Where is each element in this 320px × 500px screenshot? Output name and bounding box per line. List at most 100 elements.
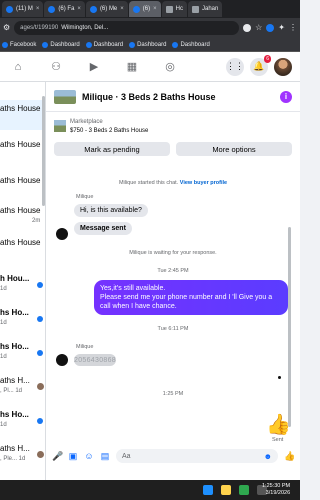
close-icon[interactable]: ×: [36, 6, 40, 12]
chat-list-sidebar: aths House aths House aths House aths Ho…: [0, 82, 46, 500]
friends-icon[interactable]: ⚇: [46, 57, 66, 77]
conversation-header: Milique · 3 Beds 2 Baths House i: [46, 82, 300, 112]
chat-list-item[interactable]: aths House: [0, 136, 45, 166]
close-icon[interactable]: ×: [153, 6, 157, 12]
site-info-icon[interactable]: ⚙: [3, 24, 10, 32]
conversation-scrollbar[interactable]: [288, 227, 291, 427]
bookmark-dashboard[interactable]: Dashboard: [172, 41, 210, 48]
bookmark-dashboard[interactable]: Dashboard: [85, 41, 123, 48]
buyer-avatar[interactable]: [56, 354, 68, 366]
windows-taskbar: 1:25:30 PM 3/19/2026: [0, 480, 300, 500]
home-icon[interactable]: ⌂: [8, 57, 28, 77]
page-favicon-icon: [165, 5, 173, 13]
outgoing-message: Yes,it's still available. Please send me…: [94, 280, 288, 315]
messenger-favicon-icon: [6, 5, 13, 13]
browser-tab[interactable]: Jahan: [188, 1, 223, 17]
sender-name: Milique: [76, 194, 94, 200]
notification-badge: 6: [264, 54, 271, 63]
extension-icon[interactable]: [243, 24, 252, 32]
menu-grid-icon[interactable]: ⋮⋮: [226, 57, 244, 76]
browser-tab[interactable]: (6) Me ×: [85, 1, 128, 17]
start-icon[interactable]: [203, 485, 213, 495]
unread-dot-icon: [37, 350, 43, 356]
browser-tab-active[interactable]: (6) ×: [128, 1, 161, 17]
star-icon[interactable]: ☆: [255, 24, 262, 32]
video-icon[interactable]: ▶: [84, 57, 104, 77]
waiting-notice: Milique is waiting for your response.: [129, 250, 217, 256]
thumbs-up-icon: 👍: [266, 414, 291, 436]
sender-name: Milique: [76, 344, 94, 350]
listing-price-title[interactable]: $750 - 3 Beds 2 Baths House: [70, 128, 148, 134]
system-clock[interactable]: 1:25:30 PM 3/19/2026: [262, 483, 290, 497]
notifications-bell-icon[interactable]: 🔔 6: [250, 54, 271, 76]
facebook-icon: [172, 41, 179, 48]
facebook-favicon-icon: [48, 5, 56, 13]
read-receipt-icon: [278, 376, 281, 379]
buyer-avatar[interactable]: [56, 228, 68, 240]
incoming-message: Hi, is this available?: [74, 204, 148, 217]
browser-tab[interactable]: Hc: [161, 1, 187, 17]
chat-list-item[interactable]: h Hou... 1d: [0, 270, 45, 300]
incoming-message: Message sent: [74, 222, 132, 235]
file-explorer-icon[interactable]: [221, 485, 231, 495]
chat-list-item[interactable]: hs Ho... 1d: [0, 406, 45, 436]
message-input[interactable]: Aa ☻: [116, 449, 278, 463]
bookmark-dashboard[interactable]: Dashboard: [42, 41, 80, 48]
unread-dot-icon: [37, 316, 43, 322]
chat-list-scrollbar[interactable]: [42, 96, 45, 206]
emoji-icon[interactable]: ☻: [264, 452, 272, 461]
facebook-favicon-icon: [89, 5, 97, 13]
close-icon[interactable]: ×: [120, 6, 124, 12]
url-field[interactable]: ages/t/199190 Wilmington, Del...: [14, 21, 240, 35]
conversation-title[interactable]: Milique · 3 Beds 2 Baths House: [82, 92, 216, 102]
chat-list-item[interactable]: aths House: [0, 172, 45, 202]
facebook-icon: [2, 41, 8, 48]
more-options-button[interactable]: More options: [176, 142, 292, 156]
gif-icon[interactable]: ▤: [100, 451, 110, 462]
chrome-icon[interactable]: [239, 485, 249, 495]
seen-avatar: [37, 383, 44, 390]
chat-list-item[interactable]: aths H... , Pl... 1d: [0, 372, 45, 402]
facebook-icon: [129, 41, 136, 48]
facebook-icon: [42, 41, 49, 48]
listing-thumbnail[interactable]: [54, 89, 76, 104]
chat-list-item[interactable]: aths House: [0, 234, 45, 264]
page-favicon-icon: [192, 5, 199, 13]
chat-list-item[interactable]: hs Ho... 1d: [0, 304, 45, 334]
chat-list-item[interactable]: aths House: [0, 100, 45, 130]
chat-list-item[interactable]: aths H... , Ple... 1d: [0, 440, 45, 470]
unread-dot-icon: [37, 282, 43, 288]
browser-tab[interactable]: (6) Fa ×: [44, 1, 85, 17]
timestamp: Tue 2:45 PM: [157, 268, 189, 274]
mark-as-pending-button[interactable]: Mark as pending: [54, 142, 170, 156]
sticker-icon[interactable]: ☺: [84, 451, 94, 461]
puzzle-icon[interactable]: ✦: [278, 24, 285, 32]
menu-dots-icon[interactable]: ⋮: [289, 24, 297, 32]
chat-list-item[interactable]: aths House 2m: [0, 202, 45, 232]
sent-status: Sent: [272, 437, 284, 443]
seen-avatar: [37, 451, 44, 458]
unread-dot-icon: [37, 418, 43, 424]
listing-thumbnail[interactable]: [54, 120, 66, 132]
close-icon[interactable]: ×: [77, 6, 81, 12]
groups-icon[interactable]: ◎: [160, 57, 180, 77]
chat-started-notice: Milique started this chat. View buyer pr…: [118, 180, 228, 186]
info-icon[interactable]: i: [280, 90, 292, 103]
browser-tab[interactable]: (11) M ×: [2, 1, 44, 17]
bookmark-facebook[interactable]: Facebook: [2, 41, 36, 48]
view-buyer-profile-link[interactable]: View buyer profile: [180, 180, 227, 186]
marketplace-label: Marketplace: [70, 119, 103, 125]
chat-list-item[interactable]: hs Ho... 1d: [0, 338, 45, 368]
bookmark-dashboard[interactable]: Dashboard: [129, 41, 166, 48]
image-icon[interactable]: ▣: [68, 451, 78, 462]
facebook-extension-icon[interactable]: [266, 24, 275, 32]
location-context: Wilmington, Del...: [61, 25, 109, 31]
profile-avatar[interactable]: [274, 57, 292, 76]
message-composer: 🎤 ▣ ☺ ▤ Aa ☻ 👍: [46, 446, 300, 466]
conversation-panel: Milique · 3 Beds 2 Baths House i Marketp…: [46, 82, 300, 500]
marketplace-icon[interactable]: ▦: [122, 57, 142, 77]
facebook-favicon-icon: [132, 5, 140, 13]
url-text: ages/t/199190: [20, 25, 59, 31]
like-button-icon[interactable]: 👍: [284, 451, 295, 462]
microphone-icon[interactable]: 🎤: [52, 451, 63, 462]
